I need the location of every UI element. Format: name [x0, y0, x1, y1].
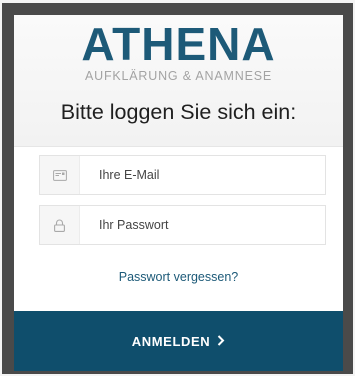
- envelope-icon: [40, 156, 80, 194]
- lock-icon: [40, 206, 80, 244]
- password-input[interactable]: [80, 206, 320, 244]
- window-frame: ATHENA AUFKLÄRUNG & ANAMNESE Bitte logge…: [2, 3, 353, 374]
- login-button-label: ANMELDEN: [131, 333, 211, 349]
- email-field[interactable]: [39, 155, 326, 195]
- login-form: Passwort vergessen? ANMELDEN: [14, 147, 343, 371]
- email-input[interactable]: [80, 156, 320, 194]
- login-card: ATHENA AUFKLÄRUNG & ANAMNESE Bitte logge…: [14, 15, 343, 371]
- login-heading: Bitte loggen Sie sich ein:: [60, 100, 297, 124]
- password-field[interactable]: [39, 205, 326, 245]
- login-header: ATHENA AUFKLÄRUNG & ANAMNESE Bitte logge…: [14, 15, 343, 147]
- chevron-right-icon: [217, 334, 225, 349]
- login-button[interactable]: ANMELDEN: [14, 311, 343, 371]
- brand-tagline: AUFKLÄRUNG & ANAMNESE: [85, 69, 272, 83]
- page-background: ATHENA AUFKLÄRUNG & ANAMNESE Bitte logge…: [0, 0, 355, 376]
- forgot-password-link[interactable]: Passwort vergessen?: [14, 270, 343, 284]
- brand-logo: ATHENA: [81, 18, 276, 70]
